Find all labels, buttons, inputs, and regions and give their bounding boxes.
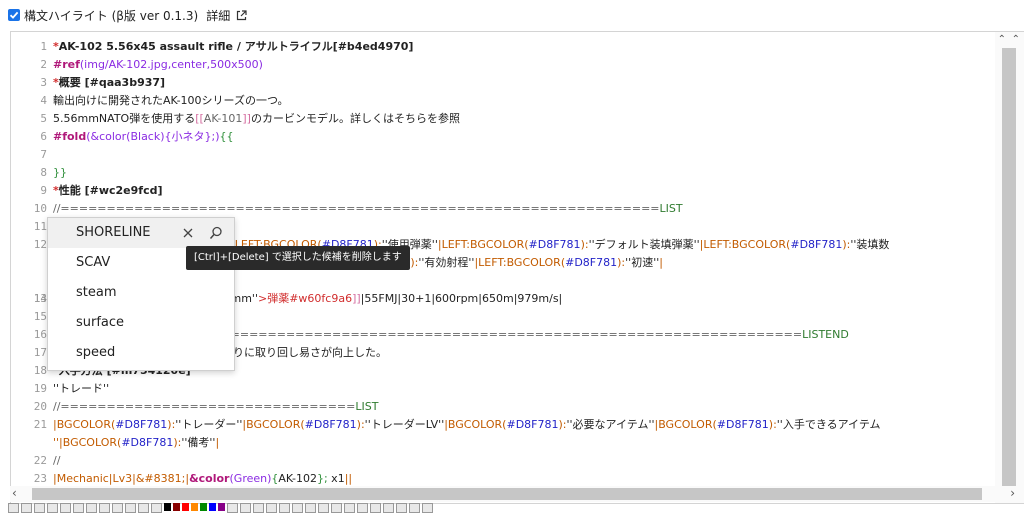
toolbar-button[interactable]	[34, 503, 45, 513]
line-number: 3	[40, 76, 47, 89]
line-number: 8	[40, 166, 47, 179]
line-number: 18	[33, 364, 47, 377]
line-number: 9	[40, 184, 47, 197]
toolbar-button[interactable]	[331, 503, 342, 513]
code-line: *概要 [#qaa3b937]	[53, 76, 166, 89]
toolbar-button[interactable]	[422, 503, 433, 513]
code-line: 6x45mm''>弾薬#w60fc9a6]]|55FMJ|30+1|600rpm…	[203, 292, 563, 305]
toolbar-button[interactable]	[112, 503, 123, 513]
search-icon[interactable]	[202, 218, 230, 248]
line-number: 16	[33, 328, 47, 341]
line-number: 19	[33, 382, 47, 395]
autocomplete-tooltip: [Ctrl]+[Delete] で選択した候補を削除します	[186, 246, 410, 270]
toolbar-button[interactable]	[99, 503, 110, 513]
vertical-scroll-thumb[interactable]	[1002, 48, 1016, 493]
autocomplete-popup[interactable]: SHORELINE SCAV steam surface speed	[47, 217, 235, 371]
code-line: //======================================…	[53, 202, 683, 215]
toolbar-button[interactable]	[279, 503, 290, 513]
toolbar-button[interactable]	[151, 503, 162, 513]
code-line: }}	[53, 166, 67, 179]
line-number: 6	[40, 130, 47, 143]
code-line: //	[53, 454, 61, 467]
code-line: #ref(img/AK-102.jpg,center,500x500)	[53, 58, 263, 71]
toolbar-button[interactable]	[240, 503, 251, 513]
line-number: 4	[40, 94, 47, 107]
code-line: 5.56mmNATO弾を使用する[[AK-101]]のカービンモデル。詳しくはそ…	[53, 112, 460, 125]
line-number: 1	[40, 40, 47, 53]
vertical-scrollbar[interactable]: ⌃ ⌃ ⌄ ⌄	[995, 32, 1024, 503]
horizontal-scroll-thumb[interactable]	[32, 488, 982, 500]
close-icon[interactable]	[174, 218, 202, 248]
code-line: F781):''有効射程''|LEFT:BGCOLOR(#D8F781):''初…	[383, 256, 663, 269]
line-number-gutter: 1 2 3 4 5 6 7 8 9 10 11 12 13 14 15 16 1…	[11, 32, 50, 503]
toolbar-button[interactable]	[21, 503, 32, 513]
code-line: 輸出向けに開発されたAK-100シリーズの一つ。	[53, 94, 289, 107]
syntax-highlight-checkbox[interactable]	[8, 9, 20, 21]
line-number: 2	[40, 58, 47, 71]
toolbar-button[interactable]	[73, 503, 84, 513]
scroll-up-icon[interactable]: ⌃	[998, 34, 1006, 45]
line-number: 22	[33, 454, 47, 467]
line-number: 21	[33, 418, 47, 431]
autocomplete-item[interactable]: surface	[48, 308, 234, 338]
external-link-icon[interactable]	[236, 9, 247, 21]
horizontal-scrollbar[interactable]: ‹ ›	[10, 486, 1023, 502]
toolbar-button[interactable]	[305, 503, 316, 513]
syntax-highlight-toggle[interactable]: 構文ハイライト (β版 ver 0.1.3) 詳細	[8, 6, 247, 24]
line-number: 14	[33, 292, 47, 305]
toolbar-button[interactable]	[409, 503, 420, 513]
code-line: #fold(&color(Black){小ネタ};){{	[53, 130, 234, 143]
toolbar-button[interactable]	[292, 503, 303, 513]
toolbar-button[interactable]	[396, 503, 407, 513]
code-line: //================================LIST	[53, 400, 379, 413]
scroll-left-icon[interactable]: ‹	[12, 486, 17, 500]
line-number: 10	[33, 202, 47, 215]
line-number: 15	[33, 310, 47, 323]
code-line: ''トレード''	[53, 382, 110, 395]
toolbar-button[interactable]	[253, 503, 264, 513]
toolbar-button[interactable]	[383, 503, 394, 513]
code-line: ''|BGCOLOR(#D8F781):''備考''|	[53, 436, 220, 449]
scroll-top-icon[interactable]: ⌃	[1012, 34, 1020, 45]
code-line: ========================================…	[203, 328, 849, 341]
code-line: *性能 [#wc2e9fcd]	[53, 184, 163, 197]
details-link[interactable]: 詳細	[206, 7, 230, 24]
code-line: *AK-102 5.56x45 assault rifle / アサルトライフル…	[53, 40, 414, 53]
line-number: 11	[33, 220, 47, 233]
toolbar-button[interactable]	[86, 503, 97, 513]
toolbar-button[interactable]	[227, 503, 238, 513]
toolbar-button[interactable]	[266, 503, 277, 513]
toolbar-button[interactable]	[138, 503, 149, 513]
autocomplete-item[interactable]: speed	[48, 338, 234, 368]
code-line: りに取り回し易さが向上した。	[233, 346, 387, 359]
toolbar-button[interactable]	[47, 503, 58, 513]
toolbar-button[interactable]	[125, 503, 136, 513]
toolbar-button[interactable]	[344, 503, 355, 513]
autocomplete-item[interactable]: SHORELINE	[48, 218, 234, 248]
toolbar-button[interactable]	[60, 503, 71, 513]
syntax-highlight-label: 構文ハイライト (β版 ver 0.1.3)	[24, 8, 199, 23]
code-line: |BGCOLOR(#D8F781):''トレーダー''|BGCOLOR(#D8F…	[53, 418, 881, 431]
line-number: 17	[33, 346, 47, 359]
line-number: 5	[40, 112, 47, 125]
toolbar-button[interactable]	[8, 503, 19, 513]
line-number: 20	[33, 400, 47, 413]
toolbar-button[interactable]	[370, 503, 381, 513]
toolbar-button[interactable]	[318, 503, 329, 513]
line-number: 12	[33, 238, 47, 251]
autocomplete-item[interactable]: steam	[48, 278, 234, 308]
scroll-right-icon[interactable]: ›	[1010, 486, 1015, 500]
line-number: 7	[40, 148, 47, 161]
toolbar-button[interactable]	[357, 503, 368, 513]
